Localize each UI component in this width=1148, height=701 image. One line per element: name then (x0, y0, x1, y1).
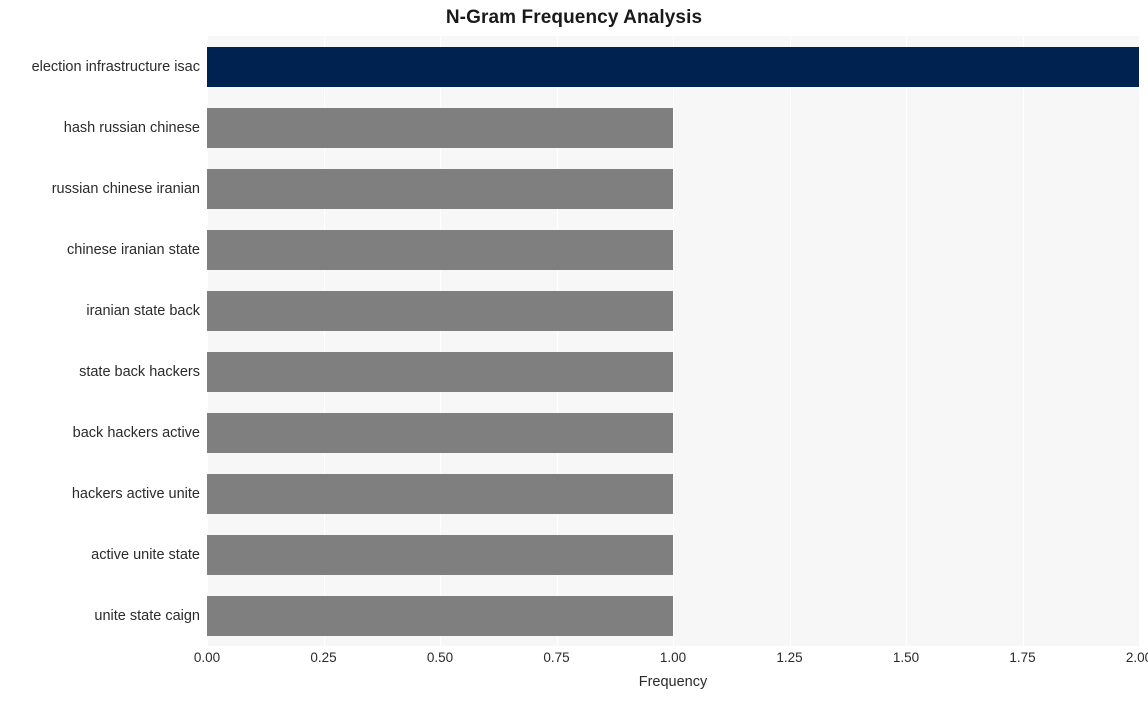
bars-group (207, 36, 1139, 646)
x-tick-label-5: 1.25 (776, 650, 803, 665)
bar-8[interactable] (207, 534, 673, 575)
y-axis-tick-labels: election infrastructure isac hash russian… (0, 36, 200, 646)
y-tick-label-8: active unite state (91, 546, 200, 563)
x-tick-label-0: 0.00 (193, 650, 221, 665)
x-tick-label-3: 0.75 (543, 650, 570, 665)
y-tick-label-1: hash russian chinese (63, 119, 200, 136)
x-tick-label-2: 0.50 (426, 650, 454, 665)
gridline-x-8 (1139, 36, 1140, 646)
bar-row (207, 107, 1139, 148)
bar-row (207, 534, 1139, 575)
y-tick-label-4: iranian state back (86, 302, 200, 319)
bar-row (207, 290, 1139, 331)
bar-6[interactable] (207, 412, 673, 453)
bar-row (207, 229, 1139, 270)
x-tick-label-8: 2.00 (1125, 650, 1148, 665)
bar-1[interactable] (207, 107, 673, 148)
x-tick-label-6: 1.50 (892, 650, 920, 665)
x-axis-tick-labels: 0.00 0.25 0.50 0.75 1.00 1.25 1.50 1.75 2.00 (194, 650, 1148, 672)
bar-9[interactable] (207, 595, 673, 636)
plot-area (207, 36, 1140, 646)
y-tick-label-6: back hackers active (72, 424, 200, 441)
y-tick-label-2: russian chinese iranian (51, 180, 200, 197)
y-tick-label-3: chinese iranian state (67, 241, 200, 258)
x-tick-label-4: 1.00 (659, 650, 687, 665)
y-tick-label-7: hackers active unite (71, 485, 200, 502)
bar-row (207, 473, 1139, 514)
chart-figure: N-Gram Frequency Analysis election infra… (0, 0, 1148, 701)
x-tick-label-1: 0.25 (310, 650, 337, 665)
y-tick-label-9: unite state caign (94, 607, 200, 624)
bar-row (207, 595, 1139, 636)
bar-5[interactable] (207, 351, 673, 392)
bar-row (207, 46, 1139, 87)
y-tick-label-0: election infrastructure isac (31, 58, 200, 75)
bar-0[interactable] (207, 46, 1139, 87)
x-axis-title: Frequency (638, 674, 708, 690)
bar-row (207, 168, 1139, 209)
x-tick-label-7: 1.75 (1009, 650, 1036, 665)
bar-row (207, 351, 1139, 392)
bar-7[interactable] (207, 473, 673, 514)
bar-2[interactable] (207, 168, 673, 209)
chart-title: N-Gram Frequency Analysis (445, 7, 703, 28)
bar-3[interactable] (207, 229, 673, 270)
bar-row (207, 412, 1139, 453)
y-tick-label-5: state back hackers (79, 363, 200, 380)
bar-4[interactable] (207, 290, 673, 331)
